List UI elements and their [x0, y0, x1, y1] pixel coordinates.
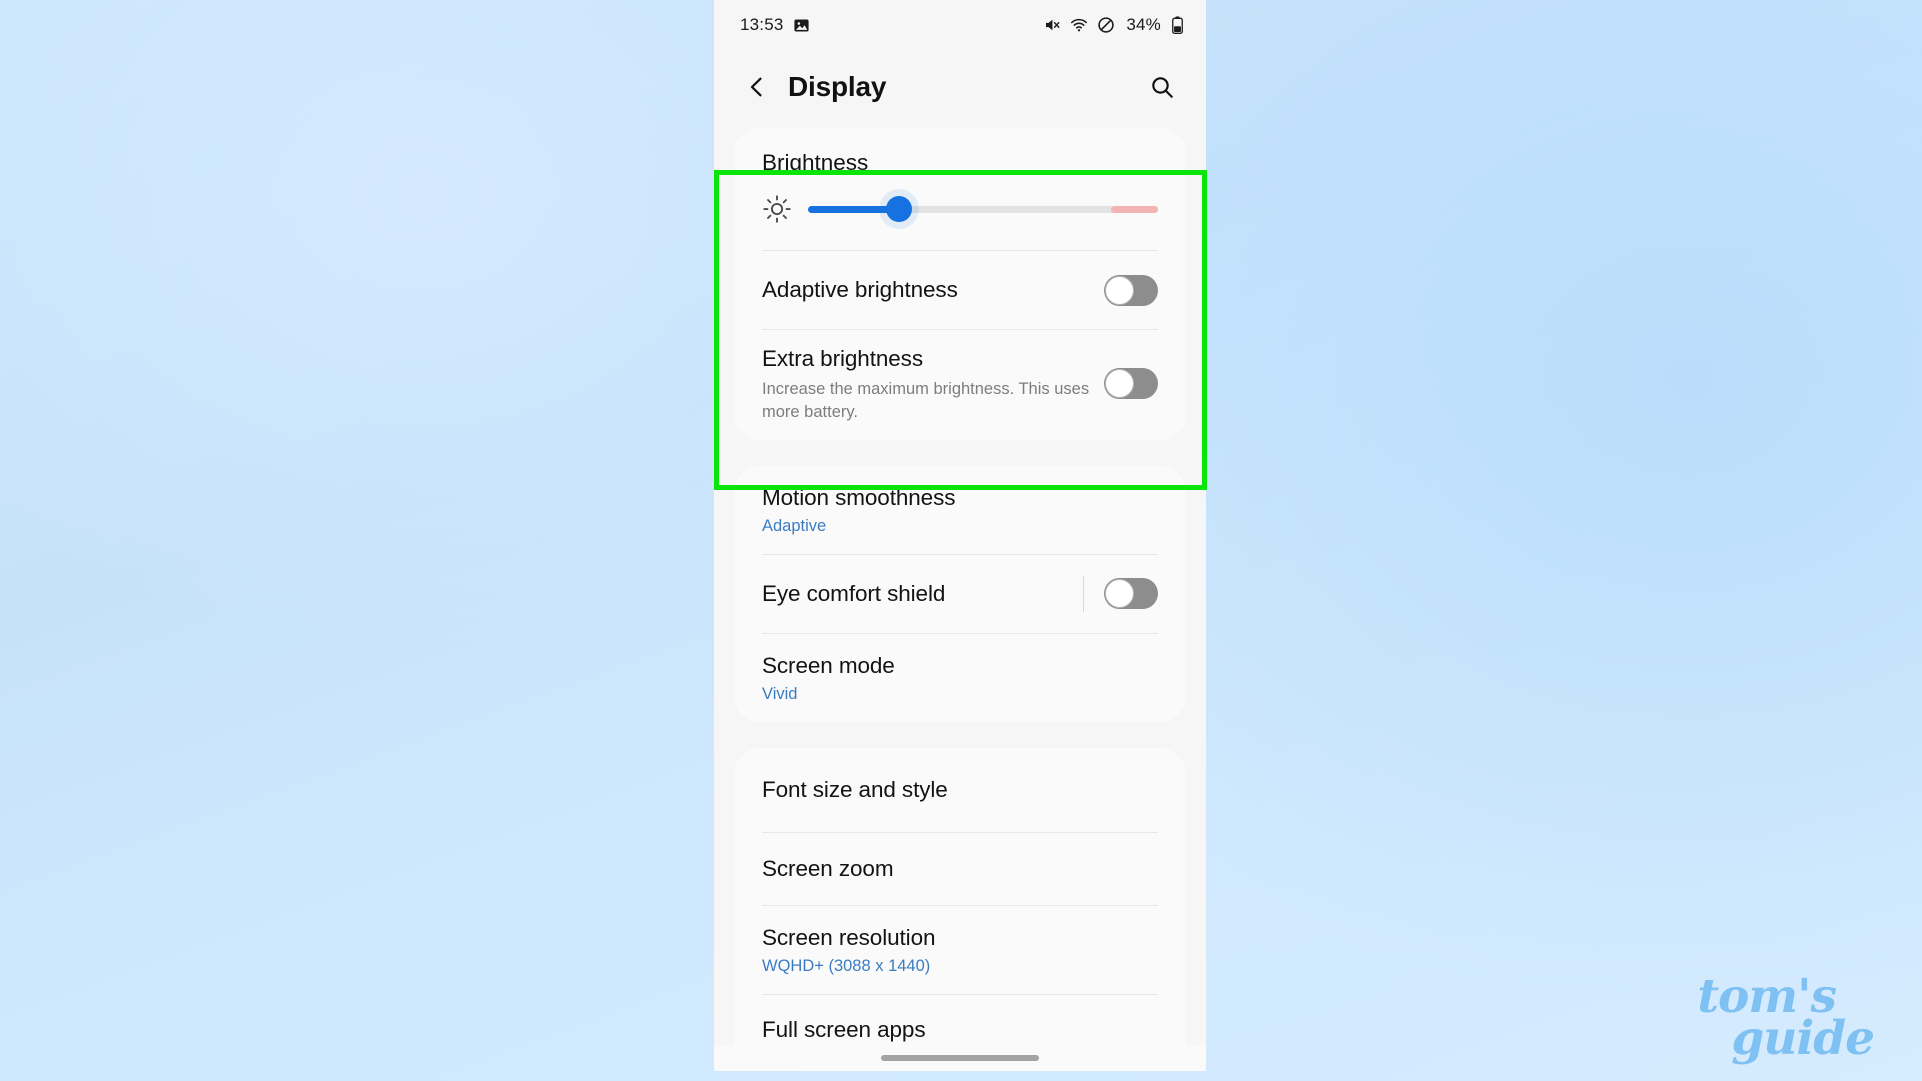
row-screen-resolution[interactable]: Screen resolution WQHD+ (3088 x 1440)	[736, 906, 1184, 994]
image-icon	[793, 17, 810, 34]
toggle-knob	[1105, 275, 1134, 305]
toggle-knob	[1105, 579, 1134, 609]
eye-comfort-shield-toggle[interactable]	[1104, 578, 1158, 610]
home-gesture-bar[interactable]	[881, 1055, 1039, 1061]
row-screen-zoom[interactable]: Screen zoom	[736, 833, 1184, 905]
motion-smoothness-value: Adaptive	[762, 516, 827, 535]
extra-brightness-toggle[interactable]	[1104, 368, 1158, 400]
row-font-size-and-style[interactable]: Font size and style	[736, 748, 1184, 832]
eye-comfort-shield-label: Eye comfort shield	[762, 581, 946, 607]
app-bar: Display	[714, 50, 1206, 124]
brightness-slider-row	[736, 178, 1184, 250]
row-extra-brightness[interactable]: Extra brightness Increase the maximum br…	[736, 330, 1184, 440]
screen-mode-label: Screen mode	[762, 652, 895, 678]
display-options-card: Motion smoothness Adaptive Eye comfort s…	[734, 465, 1186, 722]
mute-icon	[1043, 16, 1061, 34]
toggle-knob	[1105, 369, 1134, 399]
brightness-card: Brightness Adaptive brightness Extra bri…	[734, 128, 1186, 440]
layout-card: Font size and style Screen zoom Screen r…	[734, 747, 1186, 1065]
screen-mode-value: Vivid	[762, 684, 798, 703]
extra-brightness-label: Extra brightness	[762, 346, 923, 371]
wifi-icon	[1070, 16, 1088, 34]
row-adaptive-brightness[interactable]: Adaptive brightness	[736, 251, 1184, 329]
do-not-disturb-icon	[1097, 16, 1115, 34]
adaptive-brightness-toggle[interactable]	[1104, 274, 1158, 306]
status-bar-left: 13:53	[740, 15, 810, 35]
status-clock: 13:53	[740, 15, 784, 34]
brightness-section-title: Brightness	[762, 150, 869, 175]
battery-icon	[1171, 16, 1184, 34]
screen-resolution-label: Screen resolution	[762, 924, 936, 950]
phone-screen: 13:53 34% Display Brightness Adaptive br…	[714, 0, 1206, 1071]
chevron-left-icon[interactable]	[740, 70, 774, 104]
battery-percent-label: 34%	[1126, 15, 1161, 34]
watermark-line-2: guide	[1731, 1010, 1875, 1066]
status-bar: 13:53 34%	[714, 0, 1206, 50]
font-size-and-style-label: Font size and style	[762, 777, 948, 803]
motion-smoothness-label: Motion smoothness	[762, 484, 956, 510]
row-eye-comfort-shield[interactable]: Eye comfort shield	[736, 555, 1184, 633]
brightness-slider[interactable]	[808, 196, 1158, 222]
screen-zoom-label: Screen zoom	[762, 856, 894, 882]
toggle-separator	[1083, 575, 1084, 612]
full-screen-apps-label: Full screen apps	[762, 1017, 926, 1043]
gesture-bar-area	[714, 1045, 1206, 1071]
extra-brightness-description: Increase the maximum brightness. This us…	[762, 380, 1090, 422]
brightness-slider-handle[interactable]	[886, 196, 912, 222]
adaptive-brightness-label: Adaptive brightness	[762, 277, 958, 303]
brightness-sun-icon	[762, 194, 792, 224]
screen-resolution-value: WQHD+ (3088 x 1440)	[762, 956, 931, 975]
row-screen-mode[interactable]: Screen mode Vivid	[736, 634, 1184, 722]
status-bar-right: 34%	[1043, 15, 1184, 35]
row-motion-smoothness[interactable]: Motion smoothness Adaptive	[736, 466, 1184, 554]
toms-guide-watermark: tom's guide	[1697, 973, 1875, 1066]
search-icon[interactable]	[1144, 69, 1180, 105]
brightness-extra-zone	[1110, 205, 1158, 213]
page-title: Display	[788, 71, 887, 102]
